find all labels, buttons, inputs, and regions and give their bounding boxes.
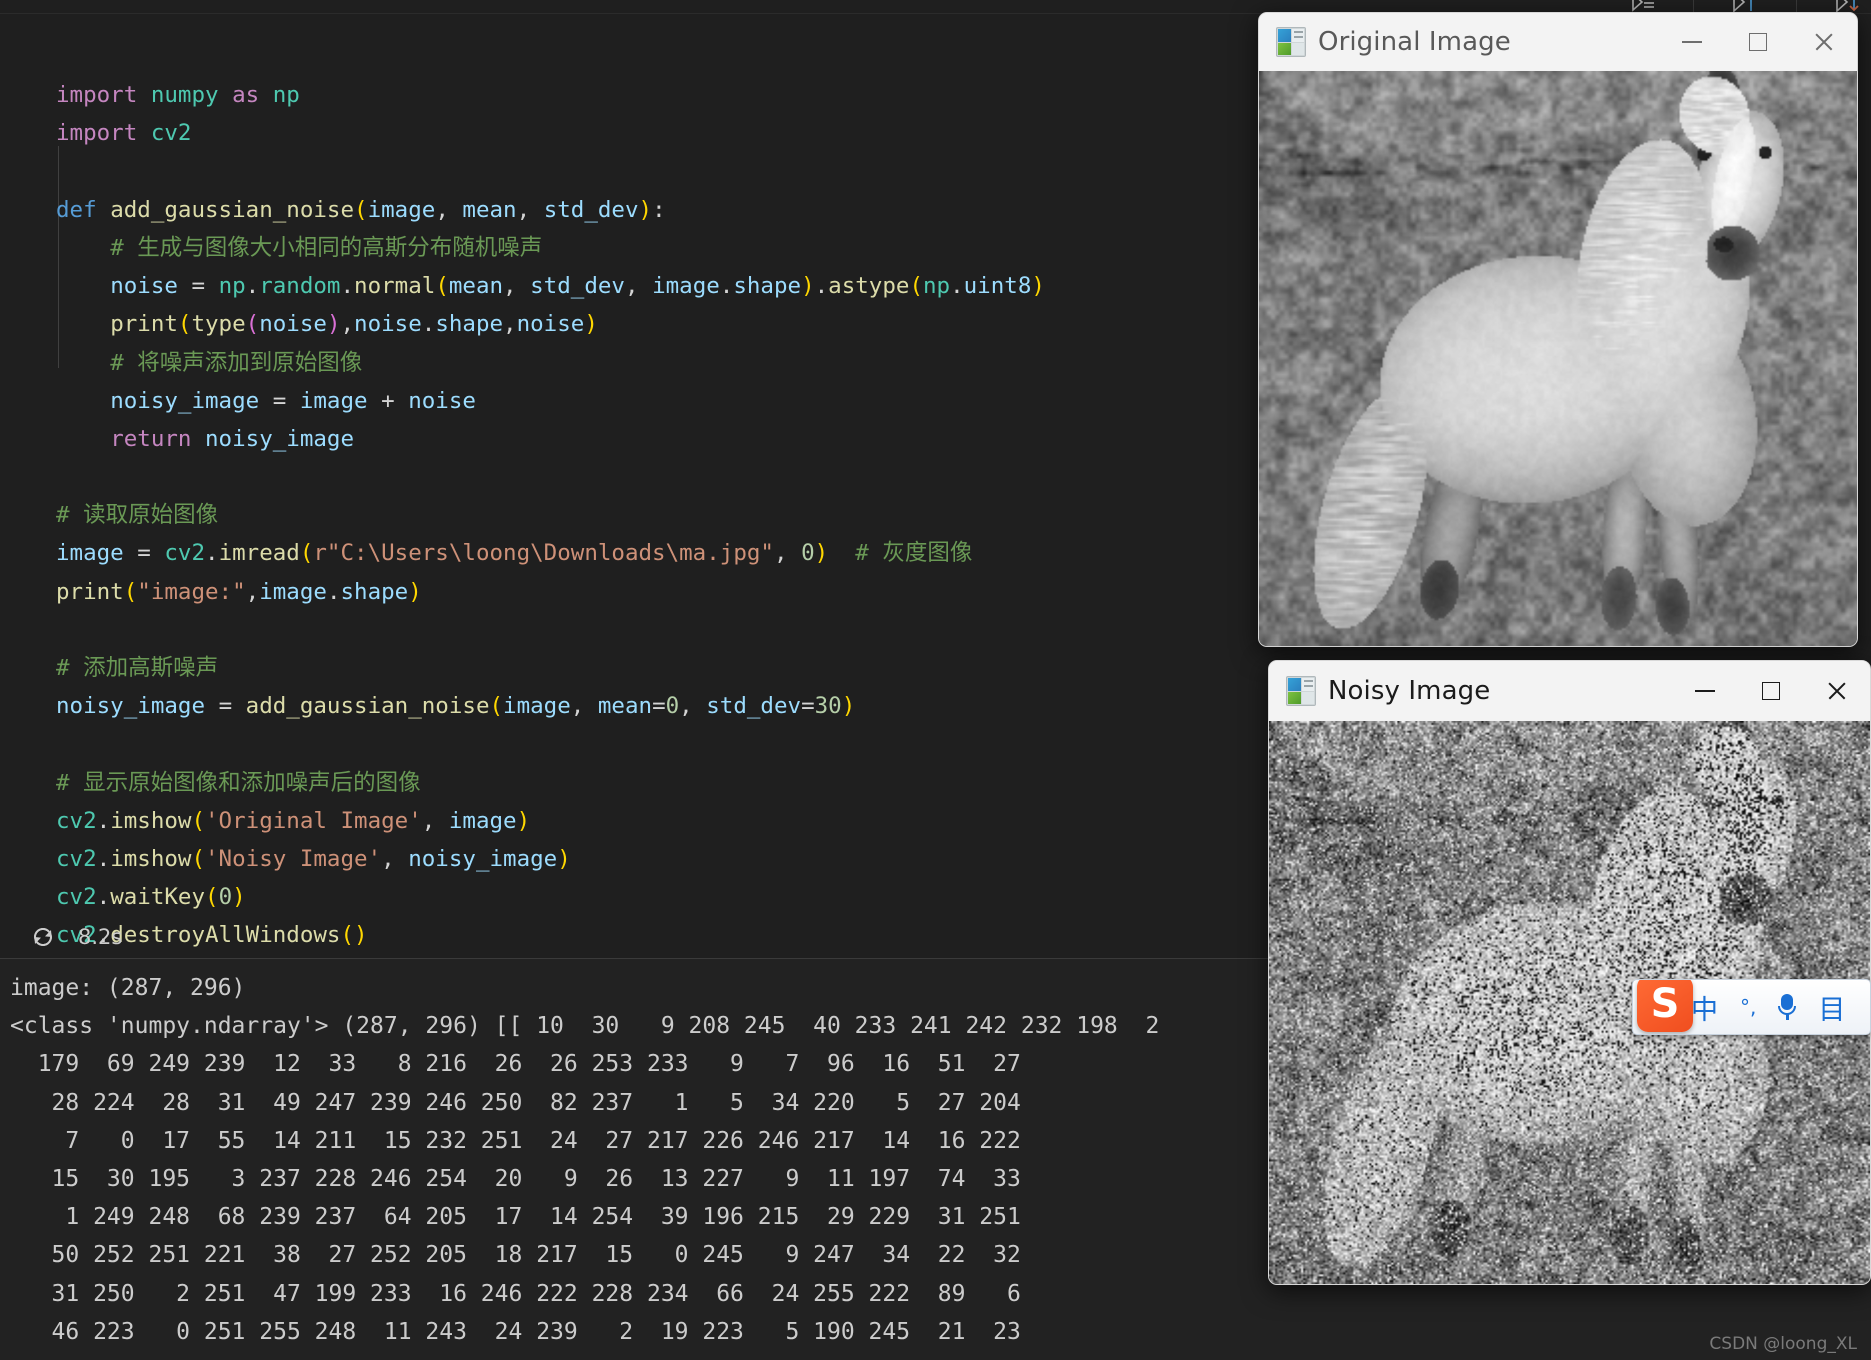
toolbar-divider: [1796, 0, 1797, 12]
code-line: cv2.imshow('Noisy Image', noisy_image): [56, 845, 571, 872]
output-line: 31 250 2 251 47 199 233 16 246 222 228 2…: [10, 1280, 1021, 1307]
ime-menu-icon[interactable]: 目: [1818, 988, 1845, 1027]
code-line: # 生成与图像大小相同的高斯分布随机噪声: [110, 234, 543, 261]
opencv-window-icon: [1276, 27, 1306, 57]
noisy-window-title: Noisy Image: [1328, 676, 1491, 706]
vscode-notebook-screen: import numpy as np import cv2 def add_gau…: [0, 0, 1871, 1360]
csdn-watermark: CSDN @loong_XL: [1709, 1334, 1857, 1354]
code-line: # 读取原始图像: [56, 502, 219, 529]
code-line: # 显示原始图像和添加噪声后的图像: [56, 769, 421, 796]
close-button[interactable]: [1791, 13, 1857, 71]
sogou-ime-toolbar[interactable]: S 中 °, 目: [1632, 979, 1871, 1035]
code-line: noisy_image = image + noise: [110, 387, 476, 414]
original-image-window[interactable]: Original Image: [1258, 12, 1858, 647]
output-line: image: (287, 296): [10, 975, 246, 1001]
output-line: 179 69 249 239 12 33 8 216 26 26 253 233…: [10, 1051, 1021, 1078]
code-line: def add_gaussian_noise(image, mean, std_…: [56, 196, 666, 223]
original-image-canvas: [1259, 71, 1857, 646]
output-line: 46 223 0 251 255 248 11 243 24 239 2 19 …: [10, 1318, 1021, 1345]
code-editor[interactable]: import numpy as np import cv2 def add_gau…: [0, 14, 1268, 959]
toolbar-divider: [1693, 0, 1694, 12]
code-line: return noisy_image: [110, 425, 355, 452]
code-line: print(type(noise),noise.shape,noise): [110, 311, 598, 338]
minimize-button[interactable]: [1659, 13, 1725, 71]
close-button[interactable]: [1804, 661, 1870, 721]
minimize-button[interactable]: [1672, 661, 1738, 721]
maximize-button[interactable]: [1725, 13, 1791, 71]
original-image-canvas-wrap: [1259, 71, 1857, 646]
ime-punctuation-mode[interactable]: °,: [1740, 995, 1756, 1019]
code-line: import numpy as np: [56, 82, 300, 109]
noisy-image-window[interactable]: Noisy Image: [1268, 660, 1871, 1285]
noisy-window-controls: [1672, 661, 1870, 721]
output-line: 15 30 195 3 237 228 246 254 20 9 26 13 2…: [10, 1165, 1021, 1192]
output-line: 50 252 251 221 38 27 252 205 18 217 15 0…: [10, 1242, 1021, 1269]
code-line: cv2.imshow('Original Image', image): [56, 807, 531, 834]
output-line: 7 0 17 55 14 211 15 232 251 24 27 217 22…: [10, 1127, 1021, 1154]
noisy-window-titlebar[interactable]: Noisy Image: [1269, 661, 1870, 721]
code-line: import cv2: [56, 120, 192, 147]
code-line: noisy_image = add_gaussian_noise(image, …: [56, 693, 856, 720]
original-window-controls: [1659, 13, 1857, 71]
code-line: print("image:",image.shape): [56, 578, 422, 605]
notebook-code-cell[interactable]: import numpy as np import cv2 def add_gau…: [0, 14, 1268, 959]
code-line: noise = np.random.normal(mean, std_dev, …: [110, 273, 1045, 300]
output-line: 1 249 248 68 239 237 64 205 17 14 254 39…: [10, 1204, 1021, 1231]
ime-language-mode[interactable]: 中: [1691, 988, 1718, 1027]
code-line: # 将噪声添加到原始图像: [110, 349, 363, 376]
code-line: # 添加高斯噪声: [56, 655, 219, 682]
restart-circle-icon[interactable]: [30, 924, 56, 950]
sogou-logo-icon[interactable]: S: [1637, 980, 1693, 1032]
code-line: cv2.waitKey(0): [56, 884, 246, 911]
output-text: image: (287, 296) <class 'numpy.ndarray'>…: [10, 969, 1159, 1351]
maximize-button[interactable]: [1738, 661, 1804, 721]
code-line: image = cv2.imread(r"C:\Users\loong\Down…: [56, 540, 973, 567]
output-line: 28 224 28 31 49 247 239 246 250 82 237 1…: [10, 1089, 1021, 1116]
execution-time-label: 8.2s: [78, 925, 123, 949]
output-line: <class 'numpy.ndarray'> (287, 296) [[ 10…: [10, 1013, 1160, 1040]
microphone-icon[interactable]: [1778, 994, 1797, 1020]
original-window-titlebar[interactable]: Original Image: [1259, 13, 1857, 71]
original-window-title: Original Image: [1318, 27, 1511, 57]
opencv-window-icon: [1286, 676, 1316, 706]
cell-execution-status: 8.2s: [0, 912, 1268, 962]
source-code[interactable]: import numpy as np import cv2 def add_gau…: [56, 38, 1045, 1031]
